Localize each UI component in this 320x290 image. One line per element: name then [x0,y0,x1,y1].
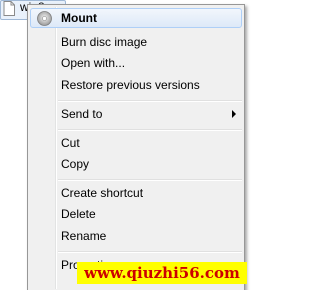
menu-item-label: Restore previous versions [61,78,200,92]
menu-item-burn-disc-image[interactable]: Burn disc image [30,32,242,52]
menu-separator [58,179,242,181]
menu-item-open-with[interactable]: Open with... [30,53,242,73]
menu-item-label: Create shortcut [61,186,144,200]
menu-separator [58,100,242,102]
menu-item-cut[interactable]: Cut [30,133,242,153]
menu-item-label: Burn disc image [61,35,148,49]
menu-item-mount[interactable]: Mount [30,8,242,28]
menu-item-delete[interactable]: Delete [30,204,242,224]
menu-item-label: Mount [61,11,97,25]
menu-item-label: Delete [61,207,96,221]
watermark-banner: www.qiuzhi56.com [77,262,247,284]
menu-item-rename[interactable]: Rename [30,226,242,246]
menu-separator [58,129,242,131]
menu-item-label: Send to [61,107,103,121]
menu-item-send-to[interactable]: Send to [30,104,242,124]
menu-item-restore-previous-versions[interactable]: Restore previous versions [30,75,242,95]
menu-item-label: Copy [61,157,90,171]
desktop-area: win8 Mount Burn disc image Open with... [0,0,250,290]
submenu-arrow-icon [232,110,236,118]
menu-separator [58,251,242,253]
menu-item-label: Open with... [61,56,126,70]
menu-item-copy[interactable]: Copy [30,154,242,174]
menu-item-label: Rename [61,229,107,243]
menu-item-create-shortcut[interactable]: Create shortcut [30,183,242,203]
context-menu: Mount Burn disc image Open with... Resto… [27,4,245,290]
disc-icon [37,11,52,26]
menu-item-label: Cut [61,136,80,150]
file-icon [3,1,15,16]
